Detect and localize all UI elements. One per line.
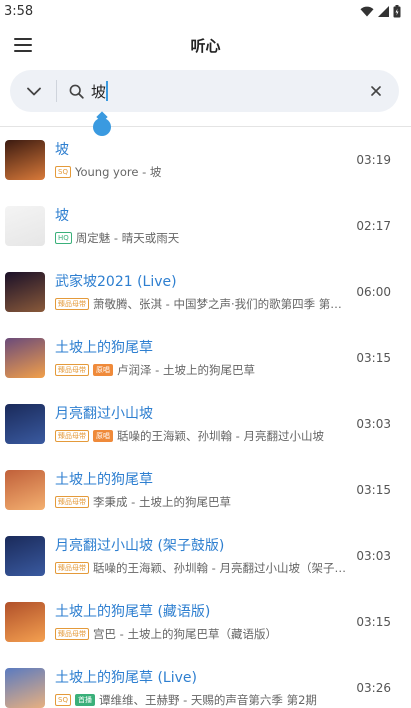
artist-album-text: 萧敬腾、张淇 - 中国梦之声·我们的歌第四季 第5期 bbox=[93, 297, 349, 311]
premium-badge: 臻品母带 bbox=[55, 562, 89, 574]
album-cover bbox=[5, 206, 45, 246]
search-box bbox=[10, 70, 399, 112]
song-meta: SQ 首播 谭维维、王赫野 - 天赐的声音第六季 第2期 bbox=[55, 692, 348, 708]
chevron-down-icon[interactable] bbox=[18, 76, 50, 106]
song-info: 月亮翻过小山坡 (架子鼓版) 臻品母带 聒噪的王海颖、孙圳翰 - 月亮翻过小山坡（架… bbox=[55, 536, 348, 576]
song-duration: 03:15 bbox=[356, 483, 391, 497]
song-duration: 03:26 bbox=[356, 681, 391, 695]
original-badge: 原唱 bbox=[93, 430, 113, 442]
song-title: 坡 bbox=[55, 208, 69, 224]
song-title: 土坡上的狗尾草 bbox=[55, 472, 153, 488]
artist-album-text: 聒噪的王海颖、孙圳翰 - 月亮翻过小山坡（架子… bbox=[93, 561, 346, 575]
song-info: 坡 HQ 周定魅 - 晴天或雨天 bbox=[55, 206, 348, 246]
song-row[interactable]: 坡 SQ Young yore - 坡 03:19 bbox=[0, 127, 411, 193]
song-list: 坡 SQ Young yore - 坡 03:19 坡 HQ 周定魅 - 晴天或雨天 02:1… bbox=[0, 127, 411, 708]
original-badge: 原唱 bbox=[93, 364, 113, 376]
artist-album-text: 聒噪的王海颖、孙圳翰 - 月亮翻过小山坡 bbox=[117, 429, 324, 443]
artist-album-text: 谭维维、王赫野 - 天赐的声音第六季 第2期 bbox=[98, 693, 317, 707]
album-cover bbox=[5, 404, 45, 444]
song-title: 坡 bbox=[55, 142, 69, 158]
status-time: 3:58 bbox=[4, 3, 34, 19]
page-title: 听心 bbox=[190, 36, 221, 55]
song-duration: 06:00 bbox=[356, 285, 391, 299]
song-row[interactable]: 武家坡2021 (Live) 臻品母带 萧敬腾、张淇 - 中国梦之声·我们的歌第四季… bbox=[0, 259, 411, 325]
song-title: 土坡上的狗尾草 (藏语版) bbox=[55, 604, 211, 620]
artist-album-text: 周定魅 - 晴天或雨天 bbox=[75, 231, 180, 245]
artist-album-text: Young yore - 坡 bbox=[74, 165, 162, 179]
hq-badge: HQ bbox=[55, 232, 72, 244]
song-info: 武家坡2021 (Live) 臻品母带 萧敬腾、张淇 - 中国梦之声·我们的歌第四季… bbox=[55, 272, 348, 312]
search-bar bbox=[0, 68, 411, 136]
song-duration: 03:15 bbox=[356, 615, 391, 629]
song-row[interactable]: 土坡上的狗尾草臻品母带 李秉成 - 土坡上的狗尾巴草 03:15 bbox=[0, 457, 411, 523]
sq-badge: SQ bbox=[55, 694, 71, 706]
song-title: 月亮翻过小山坡 (架子鼓版) bbox=[55, 538, 225, 554]
search-input[interactable] bbox=[87, 76, 107, 106]
first-badge: 首播 bbox=[74, 694, 95, 706]
song-row[interactable]: 月亮翻过小山坡 (架子鼓版) 臻品母带 聒噪的王海颖、孙圳翰 - 月亮翻过小山坡（架… bbox=[0, 523, 411, 589]
song-meta: 臻品母带 聒噪的王海颖、孙圳翰 - 月亮翻过小山坡（架子… bbox=[55, 560, 348, 576]
song-duration: 02:17 bbox=[356, 219, 391, 233]
artist-album-text: 宫巴 - 土坡上的狗尾巴草（藏语版） bbox=[93, 627, 277, 641]
song-meta: 臻品母带 宫巴 - 土坡上的狗尾巴草（藏语版） bbox=[55, 626, 348, 642]
song-row[interactable]: 月亮翻过小山坡臻品母带 原唱 聒噪的王海颖、孙圳翰 - 月亮翻过小山坡 03:03 bbox=[0, 391, 411, 457]
song-row[interactable]: 土坡上的狗尾草臻品母带 原唱 卢润泽 - 土坡上的狗尾巴草 03:15 bbox=[0, 325, 411, 391]
album-cover bbox=[5, 272, 45, 312]
album-cover bbox=[5, 602, 45, 642]
sq-badge: SQ bbox=[55, 166, 71, 178]
search-divider bbox=[56, 80, 57, 102]
artist-album-text: 卢润泽 - 土坡上的狗尾巴草 bbox=[117, 363, 255, 377]
album-cover bbox=[5, 470, 45, 510]
clear-search-icon[interactable] bbox=[363, 78, 389, 104]
premium-badge: 臻品母带 bbox=[55, 628, 89, 640]
search-icon bbox=[65, 80, 87, 102]
album-cover bbox=[5, 338, 45, 378]
song-row[interactable]: 土坡上的狗尾草 (藏语版) 臻品母带 宫巴 - 土坡上的狗尾巴草（藏语版） 03:15 bbox=[0, 589, 411, 655]
song-title: 土坡上的狗尾草 (Live) bbox=[55, 670, 197, 686]
song-info: 土坡上的狗尾草 (藏语版) 臻品母带 宫巴 - 土坡上的狗尾巴草（藏语版） bbox=[55, 602, 348, 642]
song-meta: HQ 周定魅 - 晴天或雨天 bbox=[55, 230, 348, 246]
album-cover bbox=[5, 140, 45, 180]
song-duration: 03:15 bbox=[356, 351, 391, 365]
premium-badge: 臻品母带 bbox=[55, 364, 89, 376]
song-duration: 03:19 bbox=[356, 153, 391, 167]
premium-badge: 臻品母带 bbox=[55, 298, 89, 310]
song-info: 土坡上的狗尾草臻品母带 原唱 卢润泽 - 土坡上的狗尾巴草 bbox=[55, 338, 348, 378]
song-meta: SQ Young yore - 坡 bbox=[55, 164, 348, 180]
album-cover bbox=[5, 536, 45, 576]
signal-icon bbox=[378, 5, 389, 17]
song-info: 月亮翻过小山坡臻品母带 原唱 聒噪的王海颖、孙圳翰 - 月亮翻过小山坡 bbox=[55, 404, 348, 444]
text-selection-handle[interactable] bbox=[93, 118, 111, 136]
status-icons bbox=[360, 4, 401, 18]
song-row[interactable]: 坡 HQ 周定魅 - 晴天或雨天 02:17 bbox=[0, 193, 411, 259]
song-duration: 03:03 bbox=[356, 417, 391, 431]
song-info: 土坡上的狗尾草 (Live) SQ 首播 谭维维、王赫野 - 天赐的声音第六季 第2期 bbox=[55, 668, 348, 708]
status-bar: 3:58 bbox=[0, 0, 411, 22]
wifi-icon bbox=[360, 6, 374, 16]
premium-badge: 臻品母带 bbox=[55, 430, 89, 442]
menu-icon[interactable] bbox=[14, 38, 32, 52]
album-cover bbox=[5, 668, 45, 708]
song-meta: 臻品母带 萧敬腾、张淇 - 中国梦之声·我们的歌第四季 第5期 bbox=[55, 296, 348, 312]
song-meta: 臻品母带 原唱 聒噪的王海颖、孙圳翰 - 月亮翻过小山坡 bbox=[55, 428, 348, 444]
text-cursor bbox=[106, 81, 108, 101]
song-title: 月亮翻过小山坡 bbox=[55, 406, 153, 422]
song-title: 武家坡2021 (Live) bbox=[55, 274, 177, 290]
song-meta: 臻品母带 原唱 卢润泽 - 土坡上的狗尾巴草 bbox=[55, 362, 348, 378]
top-app-bar: 听心 bbox=[0, 22, 411, 68]
song-duration: 03:03 bbox=[356, 549, 391, 563]
premium-badge: 臻品母带 bbox=[55, 496, 89, 508]
song-title: 土坡上的狗尾草 bbox=[55, 340, 153, 356]
battery-icon bbox=[393, 4, 401, 17]
artist-album-text: 李秉成 - 土坡上的狗尾巴草 bbox=[93, 495, 231, 509]
song-info: 坡 SQ Young yore - 坡 bbox=[55, 140, 348, 180]
song-info: 土坡上的狗尾草臻品母带 李秉成 - 土坡上的狗尾巴草 bbox=[55, 470, 348, 510]
song-meta: 臻品母带 李秉成 - 土坡上的狗尾巴草 bbox=[55, 494, 348, 510]
song-row[interactable]: 土坡上的狗尾草 (Live) SQ 首播 谭维维、王赫野 - 天赐的声音第六季 第2期… bbox=[0, 655, 411, 708]
